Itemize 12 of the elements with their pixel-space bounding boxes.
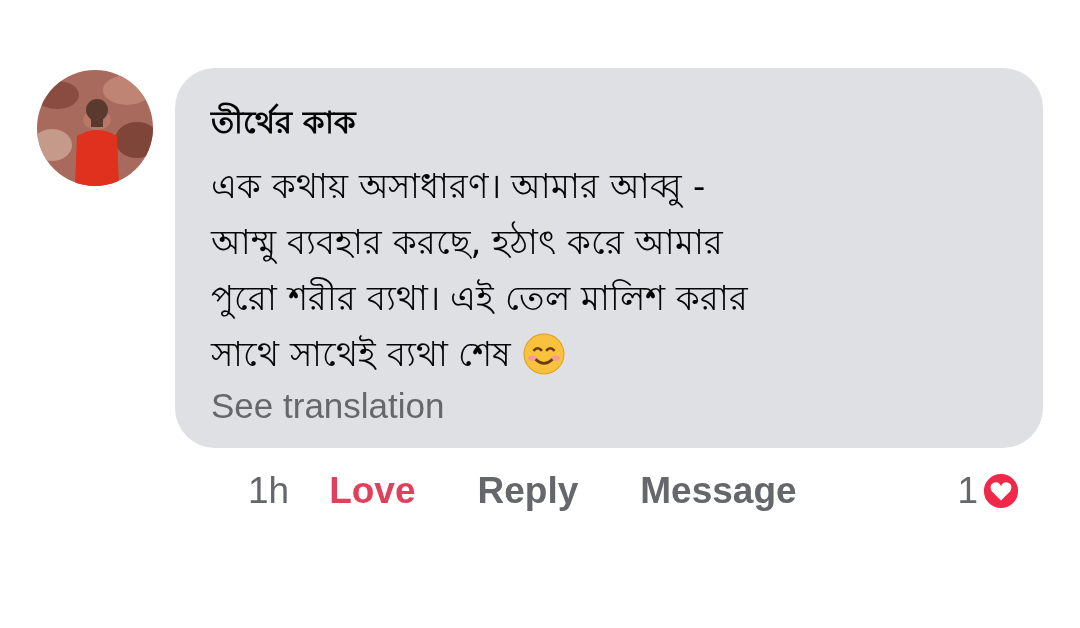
see-translation-link[interactable]: See translation [211, 386, 983, 426]
timestamp: 1h [248, 470, 290, 512]
comment-text-line: পুরো শরীর ব্যথা। এই তেল মালিশ করার [211, 276, 748, 321]
reaction-count: 1 [957, 470, 978, 512]
comment-text-line: আম্মু ব্যবহার করছে, হঠাৎ করে আমার [211, 220, 723, 266]
author-name[interactable]: তীর্থের কাক [211, 98, 983, 150]
comment-text-line: সাথে সাথেই ব্যথা শেষ [211, 333, 512, 376]
reply-link[interactable]: Reply [477, 470, 579, 512]
love-reaction-link[interactable]: Love [329, 470, 416, 512]
comment-text-line: এক কথায় অসাধারণ। আমার আব্বু - [211, 165, 706, 210]
smiling-face-icon [523, 333, 566, 375]
message-link[interactable]: Message [640, 470, 797, 512]
